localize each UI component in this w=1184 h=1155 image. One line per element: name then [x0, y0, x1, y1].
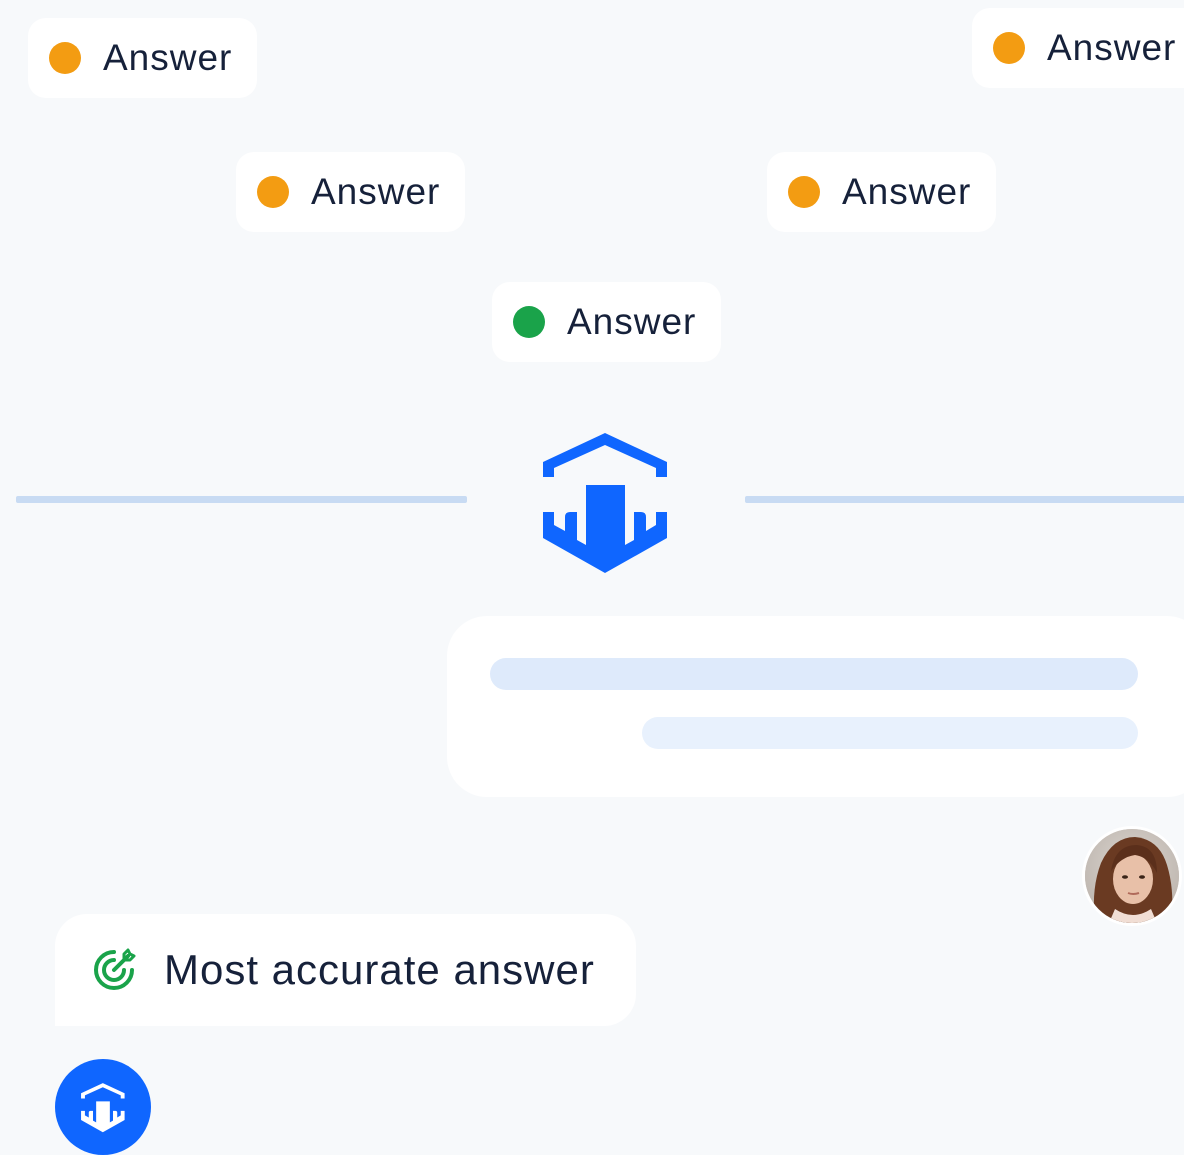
chat-message-card — [447, 616, 1184, 797]
answer-label: Answer — [103, 37, 233, 78]
answer-pill-1: Answer — [28, 18, 257, 98]
placeholder-text-line — [490, 658, 1138, 690]
selected-status-dot — [513, 306, 545, 338]
pending-status-dot — [49, 42, 81, 74]
answer-pill-4: Answer — [767, 152, 996, 232]
connector-line-left — [16, 496, 467, 503]
answer-label: Answer — [842, 171, 972, 212]
user-avatar — [1082, 826, 1182, 926]
answer-label: Answer — [1047, 27, 1177, 68]
connector-line-right — [745, 496, 1184, 503]
hexagon-logo-icon — [543, 433, 667, 573]
pending-status-dot — [257, 176, 289, 208]
bot-avatar — [55, 1059, 151, 1155]
answer-label: Answer — [567, 301, 697, 342]
most-accurate-answer-bubble: Most accurate answer — [55, 914, 636, 1026]
answer-label: Answer — [311, 171, 441, 212]
most-accurate-answer-label: Most accurate answer — [164, 946, 595, 993]
pending-status-dot — [788, 176, 820, 208]
answer-pill-selected: Answer — [492, 282, 721, 362]
pending-status-dot — [993, 32, 1025, 64]
answer-pill-3: Answer — [236, 152, 465, 232]
user-photo — [1085, 829, 1179, 923]
hexagon-logo-icon — [81, 1082, 125, 1132]
target-icon — [94, 948, 136, 990]
placeholder-text-line — [642, 717, 1138, 749]
answer-pill-2: Answer — [972, 8, 1184, 88]
